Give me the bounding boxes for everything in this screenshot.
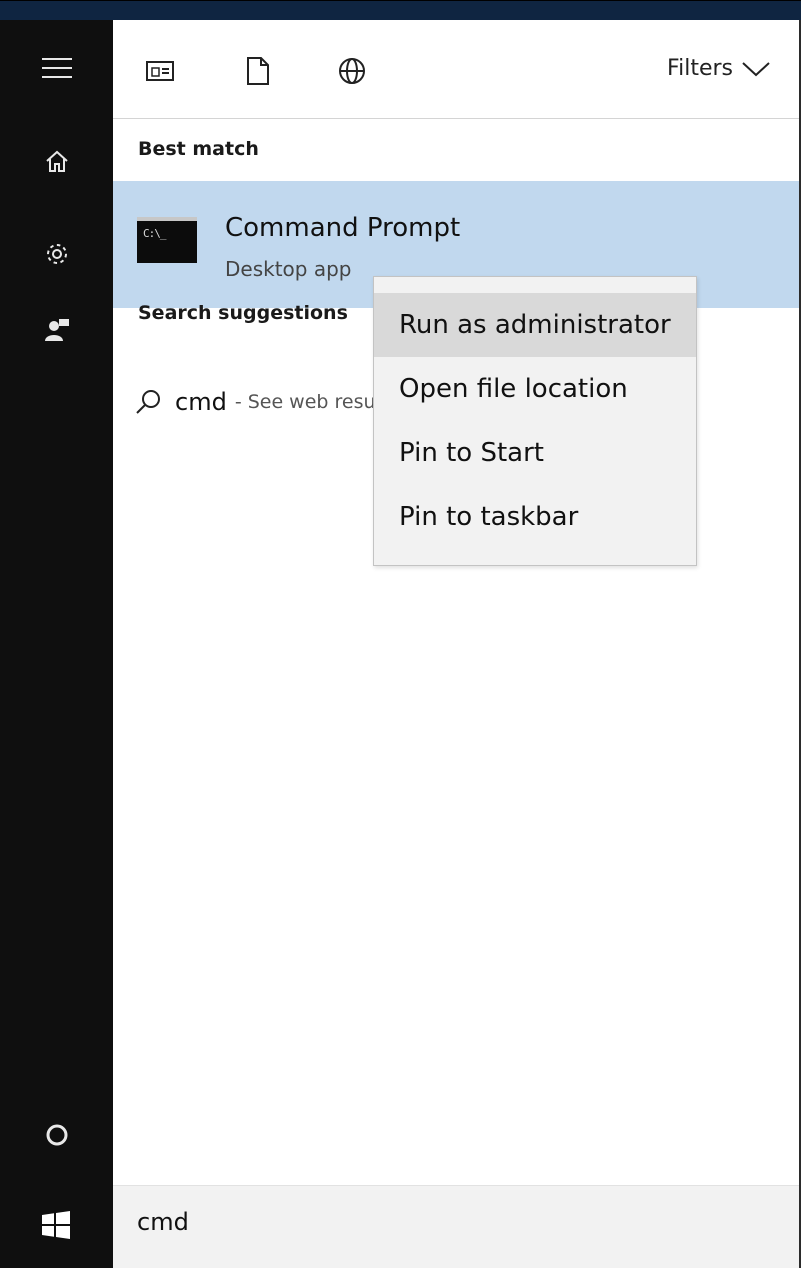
apps-scope-icon[interactable] <box>143 54 177 88</box>
suggestion-query: cmd <box>175 388 227 416</box>
result-subtitle: Desktop app <box>225 257 352 281</box>
gear-icon[interactable] <box>0 234 113 274</box>
start-search-screen: Filters Best match C:\_ Command Prompt D… <box>0 0 801 1269</box>
search-box[interactable]: cmd <box>113 1185 799 1268</box>
web-scope-icon[interactable] <box>335 54 369 88</box>
suggestion-item[interactable]: cmd - See web results <box>135 388 398 416</box>
result-title: Command Prompt <box>225 213 461 243</box>
search-results-panel: Filters Best match C:\_ Command Prompt D… <box>113 20 801 1268</box>
windows-logo-icon <box>42 1211 70 1243</box>
user-feedback-icon[interactable] <box>0 310 113 350</box>
chevron-down-icon <box>741 60 771 78</box>
menu-item-pin-to-taskbar[interactable]: Pin to taskbar <box>374 485 696 549</box>
menu-item-pin-to-start[interactable]: Pin to Start <box>374 421 696 485</box>
menu-item-open-file-location[interactable]: Open file location <box>374 357 696 421</box>
filters-label: Filters <box>667 56 733 81</box>
command-prompt-icon-text: C:\_ <box>143 227 166 240</box>
documents-scope-icon[interactable] <box>241 54 275 88</box>
cortana-circle-icon[interactable] <box>0 1115 113 1155</box>
home-icon[interactable] <box>0 142 113 182</box>
search-suggestions-heading: Search suggestions <box>138 302 348 324</box>
divider <box>113 118 799 119</box>
hamburger-icon[interactable] <box>0 48 113 88</box>
menu-item-run-as-administrator[interactable]: Run as administrator <box>374 293 696 357</box>
search-input-value[interactable]: cmd <box>137 1208 189 1236</box>
start-button[interactable] <box>0 1185 113 1268</box>
left-rail <box>0 20 113 1268</box>
filters-button[interactable]: Filters <box>667 56 771 81</box>
best-match-heading: Best match <box>138 138 259 160</box>
window-top-strip <box>0 0 801 21</box>
context-menu: Run as administrator Open file location … <box>373 276 697 566</box>
search-icon <box>135 389 161 415</box>
command-prompt-icon: C:\_ <box>137 217 197 263</box>
